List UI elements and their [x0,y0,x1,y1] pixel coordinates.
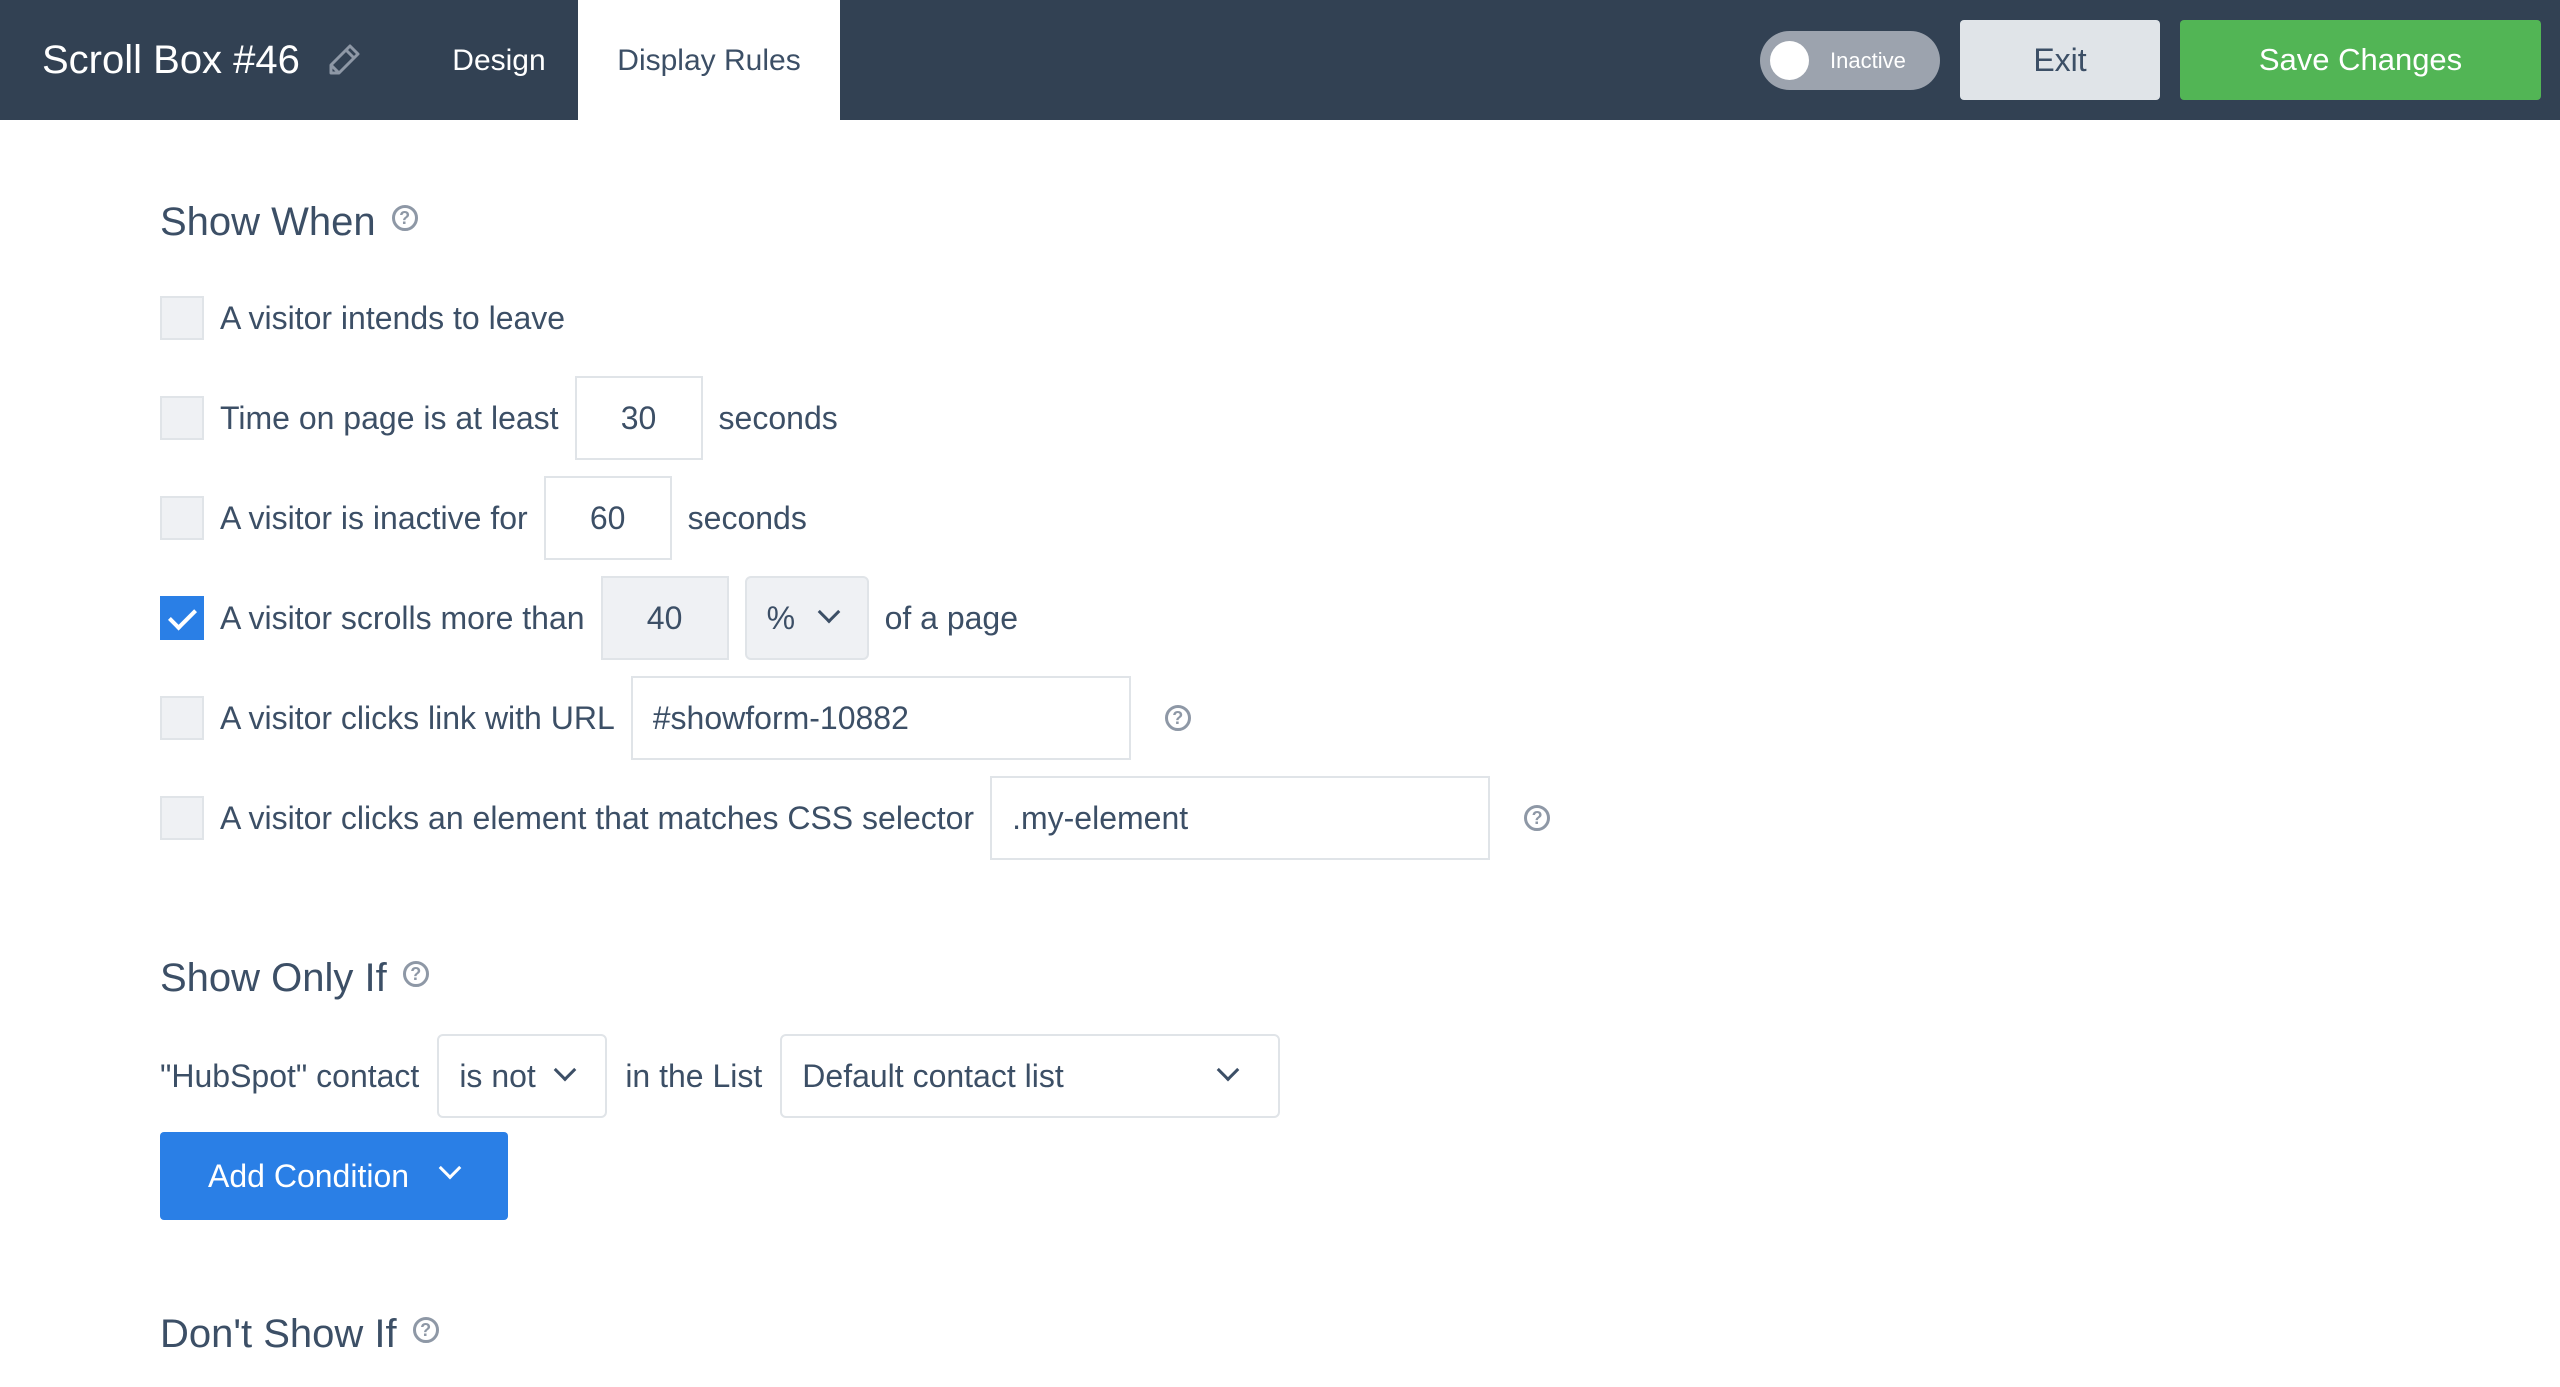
click-link-checkbox[interactable] [160,696,204,740]
rule-label: A visitor is inactive for [220,499,528,536]
scroll-unit-value: % [766,599,796,636]
dont-show-if-heading: Don't Show If? [160,1312,439,1357]
seconds-label: seconds [687,499,807,536]
tab-design[interactable]: Design [420,0,578,120]
rule-label: A visitor clicks link with URL [220,699,615,736]
rule-label: Time on page is at least [220,399,559,436]
rule-click-link: A visitor clicks link with URL ? [160,676,1191,760]
seconds-label: seconds [718,399,838,436]
contact-list-select[interactable]: Default contact list [780,1034,1281,1118]
rule-label: A visitor clicks an element that matches… [220,799,975,836]
toggle-label: Inactive [1830,48,1906,73]
show-when-heading: Show When? [160,200,418,245]
rule-label: A visitor scrolls more than [220,599,585,636]
of-a-page-label: of a page [884,599,1019,636]
time-on-page-checkbox[interactable] [160,396,204,440]
chevron-down-icon [553,1058,577,1082]
save-changes-button[interactable]: Save Changes [2180,20,2541,100]
time-on-page-seconds-input[interactable] [574,376,703,460]
add-condition-label: Add Condition [208,1158,410,1194]
rule-inactive: A visitor is inactive for seconds [160,476,807,560]
rule-label: A visitor intends to leave [220,299,566,336]
chevron-down-icon [1216,1058,1240,1082]
help-icon[interactable]: ? [391,205,418,232]
css-selector-input[interactable] [990,776,1491,860]
show-only-if-title: Show Only If [160,956,387,1000]
toggle-knob [1770,41,1809,80]
pencil-icon[interactable] [326,42,362,78]
help-icon[interactable]: ? [1524,805,1551,831]
operator-value: is not [459,1057,536,1094]
rule-scroll: A visitor scrolls more than % of a page [160,576,1018,660]
scroll-checkbox[interactable] [160,596,204,640]
operator-select[interactable]: is not [437,1034,608,1118]
active-toggle[interactable]: Inactive [1760,31,1940,90]
add-condition-button[interactable]: Add Condition [160,1132,508,1220]
show-only-if-heading: Show Only If? [160,956,429,1001]
rule-exit-intent: A visitor intends to leave [160,276,565,360]
contact-list-value: Default contact list [802,1057,1064,1094]
condition-row: "HubSpot" contact is not in the List Def… [160,1034,1281,1118]
inactive-checkbox[interactable] [160,496,204,540]
exit-intent-checkbox[interactable] [160,296,204,340]
rule-click-element: A visitor clicks an element that matches… [160,776,1551,860]
chevron-down-icon [817,600,840,624]
scroll-amount-input[interactable] [600,576,729,660]
chevron-down-icon [438,1156,462,1180]
rule-time-on-page: Time on page is at least seconds [160,376,838,460]
page-title: Scroll Box #46 [42,38,300,82]
condition-subject: "HubSpot" contact [160,1057,420,1094]
help-icon[interactable]: ? [1164,705,1191,731]
show-when-title: Show When [160,200,376,244]
inactive-seconds-input[interactable] [543,476,672,560]
exit-button[interactable]: Exit [1960,20,2160,100]
condition-connector: in the List [625,1057,763,1094]
help-icon[interactable]: ? [402,961,429,988]
top-bar: Scroll Box #46 Design Display Rules Inac… [0,0,2560,120]
click-element-checkbox[interactable] [160,796,204,840]
dont-show-if-title: Don't Show If [160,1312,397,1356]
help-icon[interactable]: ? [412,1317,439,1344]
link-url-input[interactable] [630,676,1131,760]
scroll-unit-select[interactable]: % [744,576,869,660]
tab-display-rules[interactable]: Display Rules [578,0,840,120]
